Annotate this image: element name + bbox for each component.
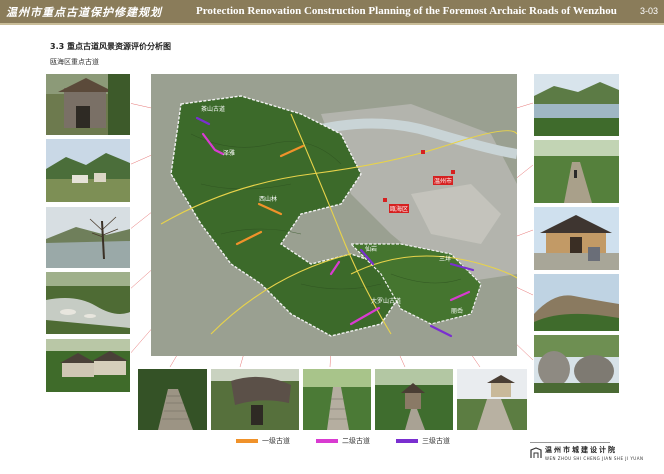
photo-village-hills [45,138,131,203]
legend-item-level-3: 三级古道 [396,436,450,446]
map-label: 茶山古道 [201,106,226,113]
photo-reservoir [533,73,620,137]
photo-river-stones [45,271,131,335]
map-label: 泽雅 [223,150,236,157]
legend-label: 三级古道 [422,437,450,445]
photo-temple-gate-steps [456,368,528,431]
map-label: 西山林 [259,196,278,203]
institute-logo-icon [530,447,542,458]
photo-village-houses [45,338,131,393]
photo-forest-stairs [302,368,372,431]
photo-stone-steps-forest [137,368,208,431]
footer-rule [530,442,610,443]
legend-swatch [316,439,338,443]
map-label-city: 瓯海区 [389,204,410,213]
institute-name-pinyin: WEN ZHOU SHI CHENG JIAN SHE JI YUAN [545,456,644,461]
photo-tree-by-lake [45,206,131,269]
photo-pavilion-path [374,368,454,431]
map-label: 大罗山古道 [371,298,402,305]
institute-name: 温州市城建设计院 [545,446,617,454]
photo-boulders [533,334,620,394]
legend-label: 二级古道 [342,437,370,445]
photo-temple-building [533,206,620,271]
legend-swatch [236,439,258,443]
map-label-city: 温州市 [433,176,454,185]
photo-stone-pavilion [45,73,131,136]
legend-swatch [396,439,418,443]
photo-rock-overhang [210,368,300,431]
legend-label: 一级古道 [262,437,290,445]
map-label: 三垟 [439,256,452,263]
map-label: 仙岩 [365,246,378,253]
legend-item-level-1: 一级古道 [236,436,290,446]
legend-item-level-2: 二级古道 [316,436,370,446]
photo-forest-trail-hiker [533,139,620,204]
map-label: 丽岙 [451,308,464,315]
scenic-resources-map: 茶山古道 泽雅 西山林 温州市 瓯海区 仙岩 大罗山古道 三垟 丽岙 [151,74,529,356]
photo-rocky-ridge [533,273,620,332]
